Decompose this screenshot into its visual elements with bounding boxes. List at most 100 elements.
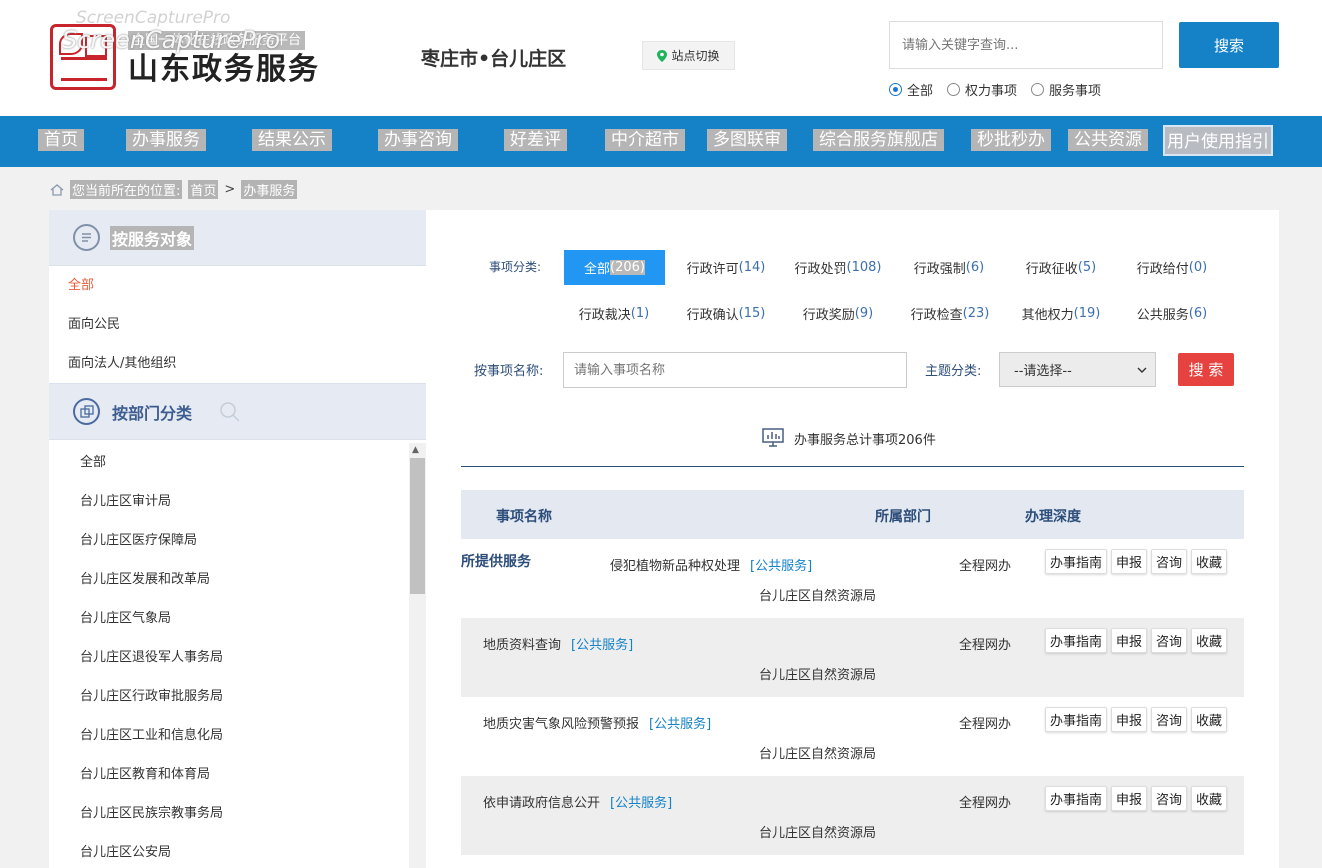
category-name: 行政给付 xyxy=(1136,262,1189,277)
apply-button[interactable]: 申报 xyxy=(1111,628,1148,653)
dept-item[interactable]: 台儿庄区工业和信息化局 xyxy=(49,716,426,755)
department-icon xyxy=(73,398,100,425)
department-title: 按部门分类 xyxy=(112,403,193,423)
search-input[interactable] xyxy=(890,22,1162,68)
category-name: 行政征收 xyxy=(1025,262,1078,277)
breadcrumb-separator: > xyxy=(224,182,236,197)
category-levy[interactable]: 行政征收 (5) xyxy=(1018,250,1104,285)
nav-item-public-resources[interactable]: 公共资源 xyxy=(1068,129,1148,151)
consult-button[interactable]: 咨询 xyxy=(1151,628,1188,653)
item-name[interactable]: 侵犯植物新品种权处理 [公共服务] xyxy=(610,555,812,574)
dept-item[interactable]: 台儿庄区气象局 xyxy=(49,599,426,638)
nav-item-rating[interactable]: 好差评 xyxy=(504,129,567,151)
nav-item-instant[interactable]: 秒批秒办 xyxy=(971,129,1051,151)
guide-button[interactable]: 办事指南 xyxy=(1045,628,1108,653)
category-reward[interactable]: 行政奖励 (9) xyxy=(795,296,881,331)
dept-item[interactable]: 台儿庄区教育和体育局 xyxy=(49,755,426,794)
nav-item-consult[interactable]: 办事咨询 xyxy=(378,129,458,151)
category-count: (108) xyxy=(846,260,882,275)
category-penalty[interactable]: 行政处罚 (108) xyxy=(788,250,888,285)
table-row: 地质资料查询 [公共服务] 台儿庄区自然资源局 全程网办 办事指南 申报 咨询 收… xyxy=(461,618,1244,697)
apply-button[interactable]: 申报 xyxy=(1111,707,1148,732)
service-target-header: 按服务对象 xyxy=(49,210,426,266)
guide-button[interactable]: 办事指南 xyxy=(1045,549,1108,574)
category-ruling[interactable]: 行政裁决 (1) xyxy=(571,296,657,331)
radio-checked-icon xyxy=(889,83,902,96)
target-item-all[interactable]: 全部 xyxy=(49,266,426,305)
nav-item-results[interactable]: 结果公示 xyxy=(252,129,332,151)
scroll-up-icon[interactable]: ▲ xyxy=(412,445,419,455)
filter-search-button[interactable]: 搜 索 xyxy=(1178,353,1234,386)
row-actions: 办事指南 申报 咨询 收藏 xyxy=(1045,628,1228,653)
category-enforcement[interactable]: 行政强制 (6) xyxy=(906,250,992,285)
item-name[interactable]: 依申请政府信息公开 [公共服务] xyxy=(483,792,672,811)
total-text: 办事服务总计事项206件 xyxy=(794,432,936,448)
search-icon[interactable] xyxy=(218,400,242,424)
search-button[interactable]: 搜索 xyxy=(1179,22,1279,68)
sidebar: 按服务对象 全部 面向公民 面向法人/其他组织 按部门分类 全部 台儿庄区审计局… xyxy=(49,210,426,868)
item-name-label: 按事项名称: xyxy=(474,364,544,379)
category-public-service[interactable]: 公共服务 (6) xyxy=(1129,296,1215,331)
dept-item[interactable]: 台儿庄区医疗保障局 xyxy=(49,521,426,560)
category-license[interactable]: 行政许可 (14) xyxy=(680,250,772,285)
item-department: 台儿庄区自然资源局 xyxy=(759,826,877,841)
guide-button[interactable]: 办事指南 xyxy=(1045,707,1108,732)
category-count: (1) xyxy=(630,306,650,321)
item-name-input[interactable] xyxy=(563,352,907,388)
category-count: (23) xyxy=(962,306,990,321)
radio-service-items[interactable]: 服务事项 xyxy=(1031,80,1101,99)
dept-item[interactable]: 台儿庄区公安局 xyxy=(49,833,426,868)
favorite-button[interactable]: 收藏 xyxy=(1191,549,1228,574)
target-item-citizen[interactable]: 面向公民 xyxy=(49,305,426,344)
breadcrumb: 您当前所在的位置: 首页 > 办事服务 xyxy=(50,180,298,199)
consult-button[interactable]: 咨询 xyxy=(1151,549,1188,574)
dept-item[interactable]: 台儿庄区行政审批服务局 xyxy=(49,677,426,716)
dept-item[interactable]: 全部 xyxy=(49,443,426,482)
target-item-legal-person[interactable]: 面向法人/其他组织 xyxy=(49,344,426,383)
nav-item-home[interactable]: 首页 xyxy=(38,129,84,151)
item-name[interactable]: 地质资料查询 [公共服务] xyxy=(483,634,633,653)
radio-all[interactable]: 全部 xyxy=(889,80,933,99)
apply-button[interactable]: 申报 xyxy=(1111,786,1148,811)
category-inspection[interactable]: 行政检查 (23) xyxy=(904,296,996,331)
search-scope-radios: 全部 权力事项 服务事项 xyxy=(889,80,1101,99)
favorite-button[interactable]: 收藏 xyxy=(1191,786,1228,811)
department-scrollbar[interactable]: ▲ xyxy=(409,443,426,868)
consult-button[interactable]: 咨询 xyxy=(1151,707,1188,732)
favorite-button[interactable]: 收藏 xyxy=(1191,707,1228,732)
nav-item-flagship[interactable]: 综合服务旗舰店 xyxy=(813,129,944,151)
scrollbar-thumb[interactable] xyxy=(410,458,425,594)
column-item-name: 事项名称 xyxy=(496,509,552,525)
category-all[interactable]: 全部 (206) xyxy=(564,250,665,285)
dept-item[interactable]: 台儿庄区审计局 xyxy=(49,482,426,521)
breadcrumb-home[interactable]: 首页 xyxy=(188,180,219,199)
column-depth: 办理深度 xyxy=(1025,509,1081,525)
apply-button[interactable]: 申报 xyxy=(1111,549,1148,574)
category-confirmation[interactable]: 行政确认 (15) xyxy=(680,296,772,331)
radio-label: 服务事项 xyxy=(1049,84,1102,99)
category-other-power[interactable]: 其他权力 (19) xyxy=(1015,296,1107,331)
nav-item-intermediary[interactable]: 中介超市 xyxy=(605,129,685,151)
favorite-button[interactable]: 收藏 xyxy=(1191,628,1228,653)
breadcrumb-prefix: 您当前所在的位置: xyxy=(70,180,183,199)
category-payment[interactable]: 行政给付 (0) xyxy=(1129,250,1215,285)
dept-item[interactable]: 台儿庄区发展和改革局 xyxy=(49,560,426,599)
site-switch-button[interactable]: 站点切换 xyxy=(642,41,735,70)
consult-button[interactable]: 咨询 xyxy=(1151,786,1188,811)
column-department: 所属部门 xyxy=(875,509,931,525)
chevron-down-icon xyxy=(1137,367,1147,373)
dept-item[interactable]: 台儿庄区民族宗教事务局 xyxy=(49,794,426,833)
nav-item-services[interactable]: 办事服务 xyxy=(126,129,206,151)
radio-power-items[interactable]: 权力事项 xyxy=(947,80,1017,99)
dept-item[interactable]: 台儿庄区退役军人事务局 xyxy=(49,638,426,677)
item-name[interactable]: 地质灾害气象风险预警预报 [公共服务] xyxy=(483,713,711,732)
category-count: (15) xyxy=(738,306,766,321)
guide-button[interactable]: 办事指南 xyxy=(1045,786,1108,811)
category-count: (14) xyxy=(738,260,766,275)
nav-item-user-guide[interactable]: 用户使用指引 xyxy=(1163,125,1273,156)
nav-item-multi-review[interactable]: 多图联审 xyxy=(707,129,787,151)
department-list: 全部 台儿庄区审计局 台儿庄区医疗保障局 台儿庄区发展和改革局 台儿庄区气象局 … xyxy=(49,443,426,868)
row-actions: 办事指南 申报 咨询 收藏 xyxy=(1045,549,1228,574)
theme-select[interactable]: --请选择-- xyxy=(999,352,1156,387)
logo-title[interactable]: 山东政务服务 xyxy=(128,51,320,89)
